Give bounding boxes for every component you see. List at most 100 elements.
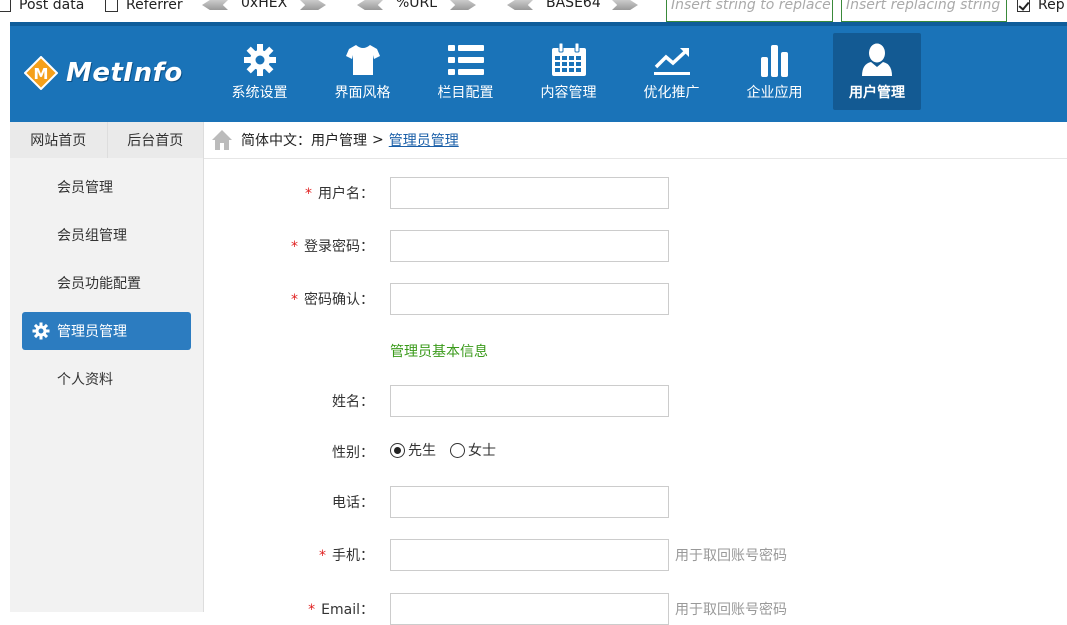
password-input[interactable]	[390, 230, 669, 262]
required-mark: *	[291, 292, 298, 308]
nav-column-config[interactable]: 栏目配置	[414, 33, 517, 110]
sidebar-item-label: 管理员管理	[57, 324, 127, 340]
gender-label: 性别：	[332, 445, 374, 461]
base64-decoder[interactable]	[507, 0, 533, 10]
sidebar-item-members[interactable]: 会员管理	[22, 168, 191, 206]
hex-encode-arrow-icon[interactable]	[300, 0, 326, 10]
base64-label: BASE64	[546, 0, 601, 11]
sidebar: 网站首页 后台首页 会员管理 会员组管理 会员功能配置 管理员管理 个人资料	[10, 122, 204, 612]
metinfo-logo-icon: M	[24, 56, 58, 90]
name-input[interactable]	[390, 385, 669, 417]
mobile-row: * 手机： 用于取回账号密码	[204, 539, 1067, 571]
sidebar-tabs: 网站首页 后台首页	[10, 122, 203, 158]
confirm-password-input[interactable]	[390, 283, 669, 315]
referrer-toggle[interactable]: Referrer	[105, 0, 183, 13]
email-input[interactable]	[390, 593, 669, 625]
calendar-icon	[549, 40, 589, 80]
sidebar-item-label: 会员管理	[57, 180, 113, 196]
username-input[interactable]	[390, 177, 669, 209]
svg-text:M: M	[34, 65, 49, 83]
gender-male-radio[interactable]	[390, 442, 405, 458]
sidebar-item-member-groups[interactable]: 会员组管理	[22, 216, 191, 254]
metinfo-logo[interactable]: M MetInfo	[24, 56, 183, 90]
phone-label: 电话：	[332, 495, 374, 511]
url-label: %URL	[396, 0, 438, 11]
tab-admin-home[interactable]: 后台首页	[106, 122, 203, 158]
main-content: 简体中文：用户管理 > 管理员管理 * 用户名： * 登录密码： * 密码确认： 管理…	[204, 122, 1067, 625]
bar-chart-icon	[755, 40, 795, 80]
nav-label: 内容管理	[540, 85, 597, 101]
nav-enterprise-apps[interactable]: 企业应用	[723, 33, 826, 110]
email-label: * Email：	[308, 599, 374, 619]
gender-row: 性别： 先生 女士	[204, 436, 1067, 468]
gear-icon	[32, 322, 50, 340]
hex-encode[interactable]	[300, 0, 326, 10]
mobile-input[interactable]	[390, 539, 669, 571]
url-encoder[interactable]	[450, 0, 476, 10]
nav-label: 系统设置	[231, 85, 288, 101]
nav-system-settings[interactable]: 系统设置	[208, 33, 311, 110]
post-data-checkbox[interactable]	[0, 0, 11, 12]
nav-user-management[interactable]: 用户管理	[833, 33, 921, 110]
referrer-checkbox[interactable]	[105, 0, 118, 12]
nav-interface-style[interactable]: 界面风格	[311, 33, 414, 110]
gender-radio-group: 先生 女士	[390, 440, 510, 460]
list-icon	[446, 40, 486, 80]
main-nav: 系统设置 界面风格 栏目配置 内容管理 优化推广 企业应用 用户管理	[208, 33, 921, 110]
rep-toggle[interactable]: Rep	[1017, 0, 1065, 13]
url-decode-arrow-icon[interactable]	[357, 0, 383, 10]
password-label-text: 登录密码：	[304, 239, 374, 255]
post-data-toggle[interactable]: Post data	[0, 0, 84, 13]
password-label: * 登录密码：	[291, 236, 374, 256]
hex-decode-arrow-icon[interactable]	[202, 0, 228, 10]
tab-website-home[interactable]: 网站首页	[10, 122, 107, 158]
gender-male-label[interactable]: 先生	[408, 440, 436, 460]
email-row: * Email： 用于取回账号密码	[204, 593, 1067, 625]
confirm-password-label-text: 密码确认：	[304, 292, 374, 308]
breadcrumb-prefix: 简体中文：用户管理	[241, 133, 367, 149]
gender-female-label[interactable]: 女士	[468, 440, 496, 460]
sidebar-item-administrators[interactable]: 管理员管理	[22, 312, 191, 350]
phone-row: 电话：	[204, 486, 1067, 518]
mobile-hint: 用于取回账号密码	[675, 548, 787, 564]
base64-encode-arrow-icon[interactable]	[612, 0, 638, 10]
email-label-text: Email：	[321, 602, 374, 618]
nav-label: 用户管理	[849, 85, 905, 101]
sidebar-item-profile[interactable]: 个人资料	[22, 360, 191, 398]
hackbar-toolbar: Post data Referrer 0xHEX %URL BASE64 Ins…	[0, 0, 1067, 22]
username-label-text: 用户名：	[318, 186, 374, 202]
nav-label: 栏目配置	[437, 85, 494, 101]
nav-label: 优化推广	[643, 85, 700, 101]
sidebar-item-label: 会员组管理	[57, 228, 127, 244]
replacing-string-input[interactable]: Insert replacing string	[841, 0, 1007, 22]
required-mark: *	[291, 239, 298, 255]
nav-content-management[interactable]: 内容管理	[517, 33, 620, 110]
sidebar-item-member-features[interactable]: 会员功能配置	[22, 264, 191, 302]
url-decoder[interactable]	[357, 0, 383, 10]
hex-label: 0xHEX	[241, 0, 288, 11]
referrer-label: Referrer	[126, 0, 183, 13]
replace-string-input[interactable]: Insert string to replace	[666, 0, 833, 22]
email-hint: 用于取回账号密码	[675, 602, 787, 618]
sidebar-item-label: 个人资料	[57, 372, 113, 388]
gender-female-radio[interactable]	[450, 442, 465, 458]
confirm-password-label: * 密码确认：	[291, 289, 374, 309]
admin-header: M MetInfo 系统设置 界面风格 栏目配置 内容管理 优化推广 企业应用 …	[10, 22, 1067, 122]
home-icon[interactable]	[211, 129, 233, 151]
rep-checkbox[interactable]	[1017, 0, 1030, 12]
name-row: 姓名：	[204, 385, 1067, 417]
base64-decode-arrow-icon[interactable]	[507, 0, 533, 10]
breadcrumb-current-link[interactable]: 管理员管理	[389, 130, 459, 150]
phone-input[interactable]	[390, 486, 669, 518]
tshirt-icon	[343, 40, 383, 80]
nav-seo-promotion[interactable]: 优化推广	[620, 33, 723, 110]
base64-encoder[interactable]	[612, 0, 638, 10]
url-encode-arrow-icon[interactable]	[450, 0, 476, 10]
name-label: 姓名：	[332, 394, 374, 410]
rep-label: Rep	[1038, 0, 1065, 13]
breadcrumb-separator: >	[372, 132, 384, 148]
username-label: * 用户名：	[305, 183, 374, 203]
gear-icon	[240, 40, 280, 80]
post-data-label: Post data	[19, 0, 85, 13]
hex-encoder[interactable]	[202, 0, 228, 10]
